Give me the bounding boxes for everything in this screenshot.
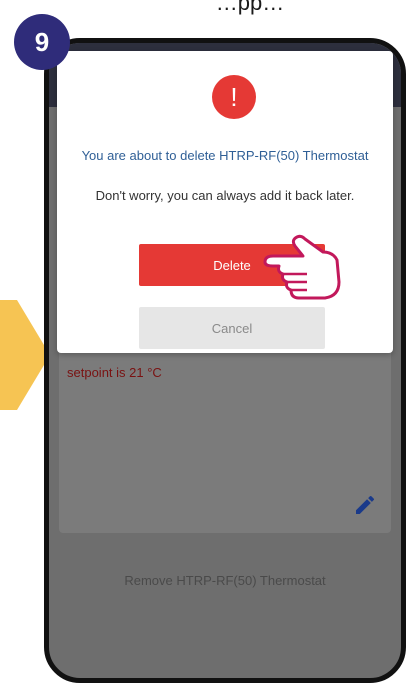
setpoint-text: setpoint is 21 °C [67,365,162,380]
step-badge: 9 [14,14,70,70]
remove-device-link[interactable]: Remove HTRP-RF(50) Thermostat [49,573,401,588]
cancel-button[interactable]: Cancel [139,307,325,349]
delete-dialog: ! You are about to delete HTRP-RF(50) Th… [57,51,393,353]
pointing-hand-icon [263,234,341,300]
pointer-arrow [0,300,50,410]
dialog-title: You are about to delete HTRP-RF(50) Ther… [81,148,369,163]
exclamation-icon: ! [212,75,256,119]
phone-frame: setpoint is 21 °C Remove HTRP-RF(50) The… [44,38,406,683]
pencil-icon[interactable] [353,493,377,517]
header-partial-text: …pp… [215,0,285,15]
dialog-subtitle: Don't worry, you can always add it back … [95,188,355,203]
